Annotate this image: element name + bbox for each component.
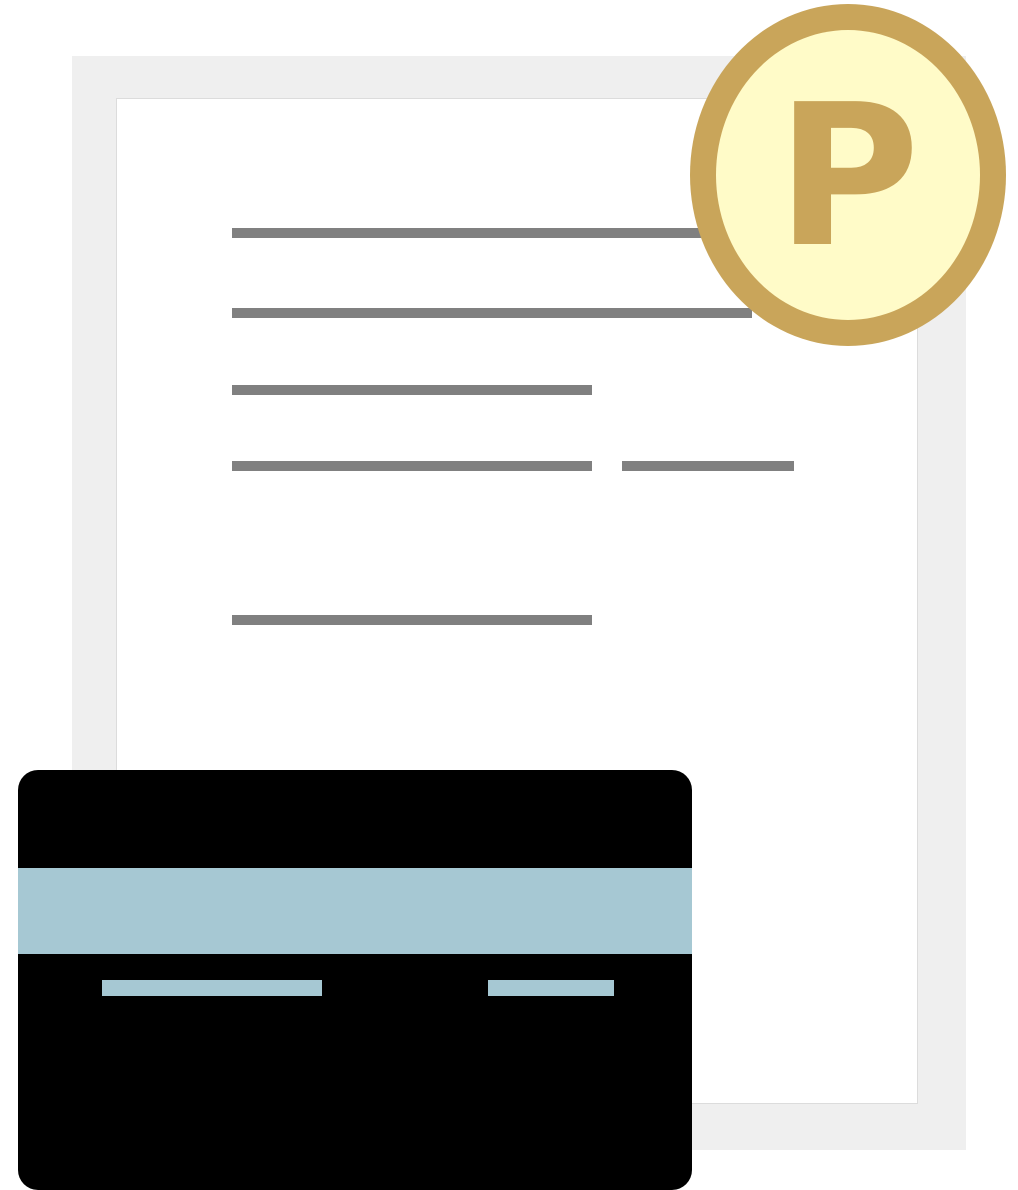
invoice-payment-illustration: P	[0, 0, 1018, 1190]
coin-face: P	[716, 30, 980, 320]
coin-letter: P	[776, 63, 920, 291]
credit-card-icon	[18, 770, 692, 1190]
document-line	[232, 228, 720, 238]
document-line	[232, 308, 752, 318]
card-line	[102, 980, 322, 996]
card-line-short	[488, 980, 614, 996]
document-line	[232, 461, 592, 471]
parking-coin-icon: P	[690, 4, 1006, 346]
card-magnetic-stripe	[18, 868, 692, 954]
document-line	[232, 615, 592, 625]
document-line	[232, 385, 592, 395]
document-line-short	[622, 461, 794, 471]
